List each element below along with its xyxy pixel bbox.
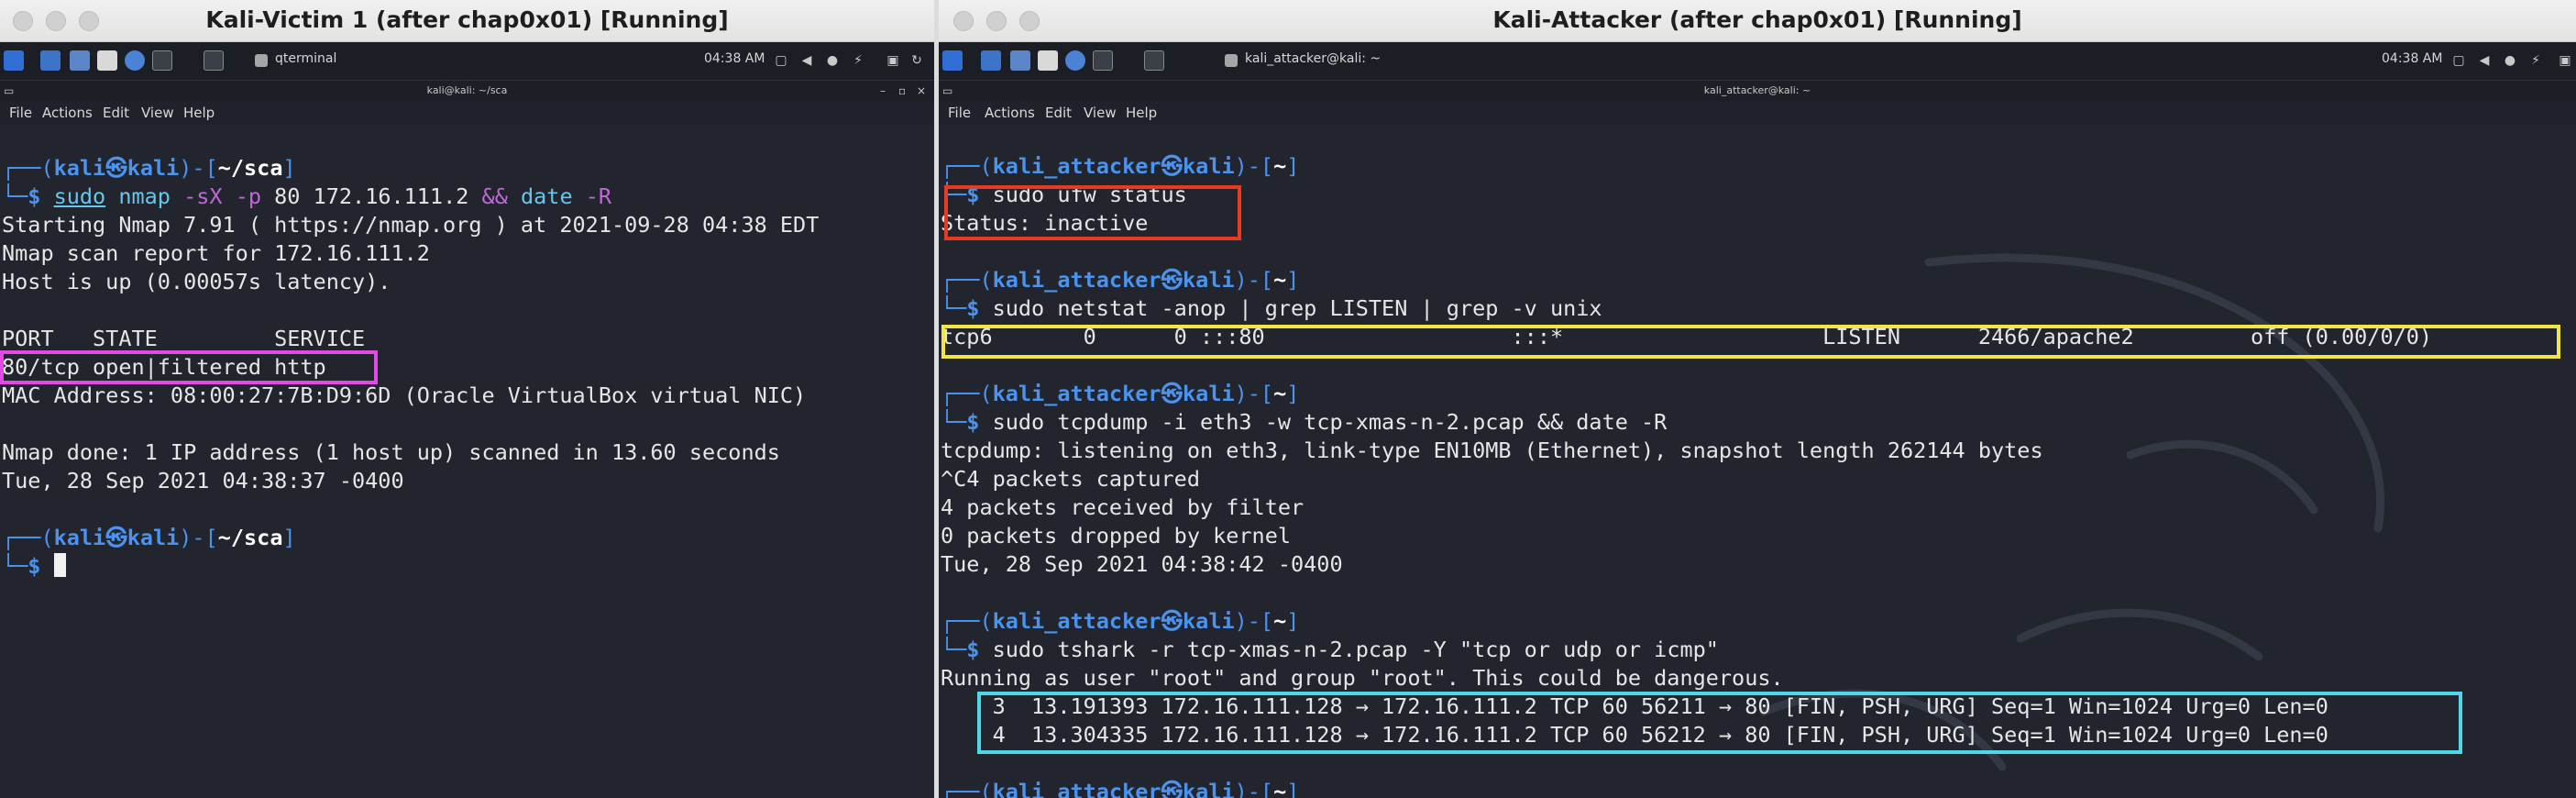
file-manager-icon[interactable] <box>1010 50 1030 71</box>
attacker-vm-window: Kali-Attacker (after chap0x01) [Running]… <box>939 0 2576 798</box>
text-editor-icon[interactable] <box>97 50 117 71</box>
output-line: Status: inactive <box>941 210 1149 236</box>
screen-icon[interactable]: ▢ <box>774 53 788 68</box>
taskbar-task-terminal[interactable]: kali_attacker@kali: ~ <box>1245 51 1381 66</box>
attacker-top-panel: kali_attacker@kali: ~ 04:38 AM ▢ ◀ ● ⚡ ▣ <box>939 42 2576 81</box>
victim-window-titlebar: Kali-Victim 1 (after chap0x01) [Running] <box>0 0 934 42</box>
desktop-icon[interactable] <box>40 50 61 71</box>
menu-help[interactable]: Help <box>1126 105 1157 121</box>
workspace-terminal-icon[interactable] <box>1144 50 1164 71</box>
kali-menu-icon[interactable] <box>942 50 963 71</box>
terminal-maximize-button[interactable]: ▫ <box>898 83 906 98</box>
menu-view[interactable]: View <box>141 105 174 121</box>
menu-edit[interactable]: Edit <box>103 105 129 121</box>
output-line: Host is up (0.00057s latency). <box>2 269 391 294</box>
output-line: 3 13.191393 172.16.111.128 → 172.16.111.… <box>941 693 2328 719</box>
text-editor-icon[interactable] <box>1038 50 1058 71</box>
prompt-line-top: ┌──(kali㉿kali)-[~/sca] <box>2 155 296 181</box>
menu-actions[interactable]: Actions <box>985 105 1035 121</box>
file-manager-icon[interactable] <box>70 50 90 71</box>
taskbar-terminal-icon <box>1225 54 1238 67</box>
workspace-terminal-icon[interactable] <box>204 50 224 71</box>
victim-terminal-titlebar: ▭ kali@kali: ~/sca – ▫ × <box>0 81 934 101</box>
victim-top-panel: qterminal 04:38 AM ▢ ◀ ● ⚡ ▣ ↻ <box>0 42 934 81</box>
terminal-launcher-icon[interactable] <box>152 50 172 71</box>
panel-clock[interactable]: 04:38 AM <box>2382 51 2442 66</box>
command-line: └─$ sudo nmap -sX -p 80 172.16.111.2 && … <box>2 183 612 209</box>
menu-file[interactable]: File <box>9 105 32 121</box>
attacker-window-title: Kali-Attacker (after chap0x01) [Running] <box>1492 6 2022 33</box>
output-line: 4 13.304335 172.16.111.128 → 172.16.111.… <box>941 722 2328 748</box>
terminal-close-button[interactable]: × <box>917 83 926 98</box>
victim-window-title: Kali-Victim 1 (after chap0x01) [Running] <box>205 6 729 33</box>
victim-vm-window: Kali-Victim 1 (after chap0x01) [Running]… <box>0 0 934 798</box>
volume-icon[interactable]: ◀ <box>2477 53 2492 68</box>
command-line: └─$ sudo ufw status <box>941 182 1187 207</box>
victim-terminal-title: kali@kali: ~/sca <box>426 84 508 96</box>
volume-icon[interactable]: ◀ <box>799 53 814 68</box>
taskbar-terminal-icon <box>255 54 268 67</box>
attacker-window-titlebar: Kali-Attacker (after chap0x01) [Running] <box>939 0 2576 42</box>
prompt-line-top: ┌──(kali_attacker㉿kali)-[~] <box>941 267 1300 293</box>
refresh-icon[interactable]: ↻ <box>909 53 924 68</box>
terminal-launcher-icon[interactable] <box>1093 50 1113 71</box>
command-line: └─$ sudo netstat -anop | grep LISTEN | g… <box>941 295 1602 321</box>
terminal-cursor <box>53 553 66 577</box>
screen-icon[interactable]: ▢ <box>2451 53 2466 68</box>
output-line: Starting Nmap 7.91 ( https://nmap.org ) … <box>2 212 820 238</box>
command-line: └─$ <box>2 552 66 581</box>
attacker-terminal-menubar: File Actions Edit View Help <box>939 101 2576 125</box>
browser-icon[interactable] <box>1065 50 1085 71</box>
attacker-terminal-body[interactable]: ┌──(kali_attacker㉿kali)-[~] └─$ sudo ufw… <box>939 125 2576 798</box>
output-line: tcp6 0 0 :::80 :::* LISTEN 2466/apache2 … <box>941 324 2433 349</box>
prompt-line-top: ┌──(kali_attacker㉿kali)-[~] <box>941 779 1300 798</box>
kali-menu-icon[interactable] <box>4 50 24 71</box>
menu-edit[interactable]: Edit <box>1045 105 1072 121</box>
menu-view[interactable]: View <box>1084 105 1117 121</box>
menu-actions[interactable]: Actions <box>42 105 93 121</box>
output-line: 4 packets received by filter <box>941 494 1305 520</box>
command-line: └─$ sudo tcpdump -i eth3 -w tcp-xmas-n-2… <box>941 409 1668 435</box>
notification-bell-icon[interactable]: ● <box>825 53 840 68</box>
output-line: 80/tcp open|filtered http <box>2 354 326 380</box>
taskbar-task-qterminal[interactable]: qterminal <box>275 51 336 66</box>
output-line: Tue, 28 Sep 2021 04:38:42 -0400 <box>941 551 1343 577</box>
prompt-line-top: ┌──(kali_attacker㉿kali)-[~] <box>941 608 1300 634</box>
victim-terminal-menubar: File Actions Edit View Help <box>0 101 934 125</box>
output-line: Running as user "root" and group "root".… <box>941 665 1784 691</box>
prompt-line-top: ┌──(kali_attacker㉿kali)-[~] <box>941 381 1300 406</box>
command-line: └─$ sudo tshark -r tcp-xmas-n-2.pcap -Y … <box>941 637 1719 662</box>
panel-clock[interactable]: 04:38 AM <box>704 51 765 66</box>
output-line: Nmap scan report for 172.16.111.2 <box>2 240 430 266</box>
menu-help[interactable]: Help <box>183 105 215 121</box>
attacker-terminal-titlebar: ▭ kali_attacker@kali: ~ <box>939 81 2576 101</box>
browser-icon[interactable] <box>125 50 145 71</box>
prompt-line-top: ┌──(kali_attacker㉿kali)-[~] <box>941 153 1300 179</box>
desktop-icon[interactable] <box>981 50 1001 71</box>
notification-bell-icon[interactable]: ● <box>2503 53 2517 68</box>
output-line: 0 packets dropped by kernel <box>941 523 1292 549</box>
lock-icon[interactable]: ▣ <box>886 53 900 68</box>
output-line: PORT STATE SERVICE <box>2 326 366 351</box>
terminal-minimize-button[interactable]: – <box>880 83 886 98</box>
output-line: ^C4 packets captured <box>941 466 1200 492</box>
prompt-line-top: ┌──(kali㉿kali)-[~/sca] <box>2 525 296 550</box>
victim-terminal-body[interactable]: ┌──(kali㉿kali)-[~/sca] └─$ sudo nmap -sX… <box>0 125 934 798</box>
output-line: Nmap done: 1 IP address (1 host up) scan… <box>2 439 780 465</box>
lock-icon[interactable]: ▣ <box>2558 53 2572 68</box>
output-line: Tue, 28 Sep 2021 04:38:37 -0400 <box>2 468 404 493</box>
network-icon[interactable]: ⚡ <box>2528 53 2543 68</box>
menu-file[interactable]: File <box>948 105 971 121</box>
output-line: MAC Address: 08:00:27:7B:D9:6D (Oracle V… <box>2 382 807 408</box>
network-icon[interactable]: ⚡ <box>851 53 865 68</box>
output-line: tcpdump: listening on eth3, link-type EN… <box>941 438 2043 463</box>
attacker-terminal-title: kali_attacker@kali: ~ <box>1703 84 1811 96</box>
